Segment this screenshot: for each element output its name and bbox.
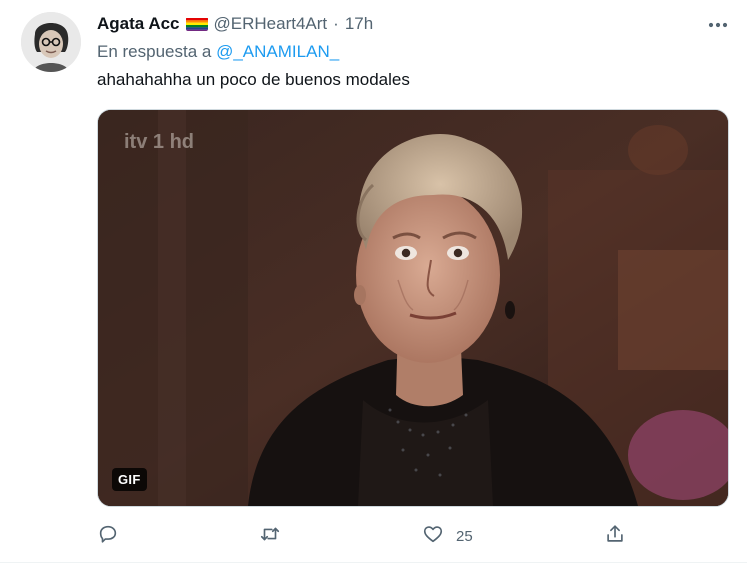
- tweet-header: Agata Acc @ERHeart4Art · 17h: [97, 12, 373, 36]
- reply-context: En respuesta a @_ANAMILAN_: [97, 42, 339, 62]
- like-button[interactable]: 25: [422, 522, 473, 550]
- tweet-actions: 25: [97, 522, 727, 550]
- retweet-button[interactable]: [259, 522, 293, 550]
- gif-media[interactable]: itv 1 hd GIF: [97, 109, 729, 507]
- rainbow-flag-icon: [185, 17, 208, 31]
- reply-prefix: En respuesta a: [97, 42, 212, 61]
- more-icon: [708, 15, 728, 33]
- reply-mention-link[interactable]: @_ANAMILAN_: [216, 42, 339, 61]
- tweet-timestamp[interactable]: 17h: [345, 14, 373, 34]
- share-button[interactable]: [604, 522, 638, 550]
- like-icon: [422, 523, 444, 549]
- tweet-card[interactable]: Agata Acc @ERHeart4Art · 17h En respuest…: [0, 0, 747, 563]
- avatar[interactable]: [21, 12, 81, 72]
- retweet-icon: [259, 523, 281, 549]
- more-options-button[interactable]: [707, 14, 729, 34]
- gif-badge: GIF: [112, 468, 147, 491]
- share-icon: [604, 523, 626, 549]
- media-watermark: itv 1 hd: [124, 131, 194, 153]
- separator-dot: ·: [333, 14, 339, 33]
- author-display-name[interactable]: Agata Acc: [97, 14, 180, 34]
- tweet-text: ahahahahha un poco de buenos modales: [97, 70, 410, 89]
- author-handle[interactable]: @ERHeart4Art: [214, 14, 328, 34]
- gif-frame-illustration: itv 1 hd: [98, 110, 728, 506]
- like-count: 25: [456, 527, 473, 545]
- reply-button[interactable]: [97, 522, 131, 550]
- reply-icon: [97, 523, 119, 549]
